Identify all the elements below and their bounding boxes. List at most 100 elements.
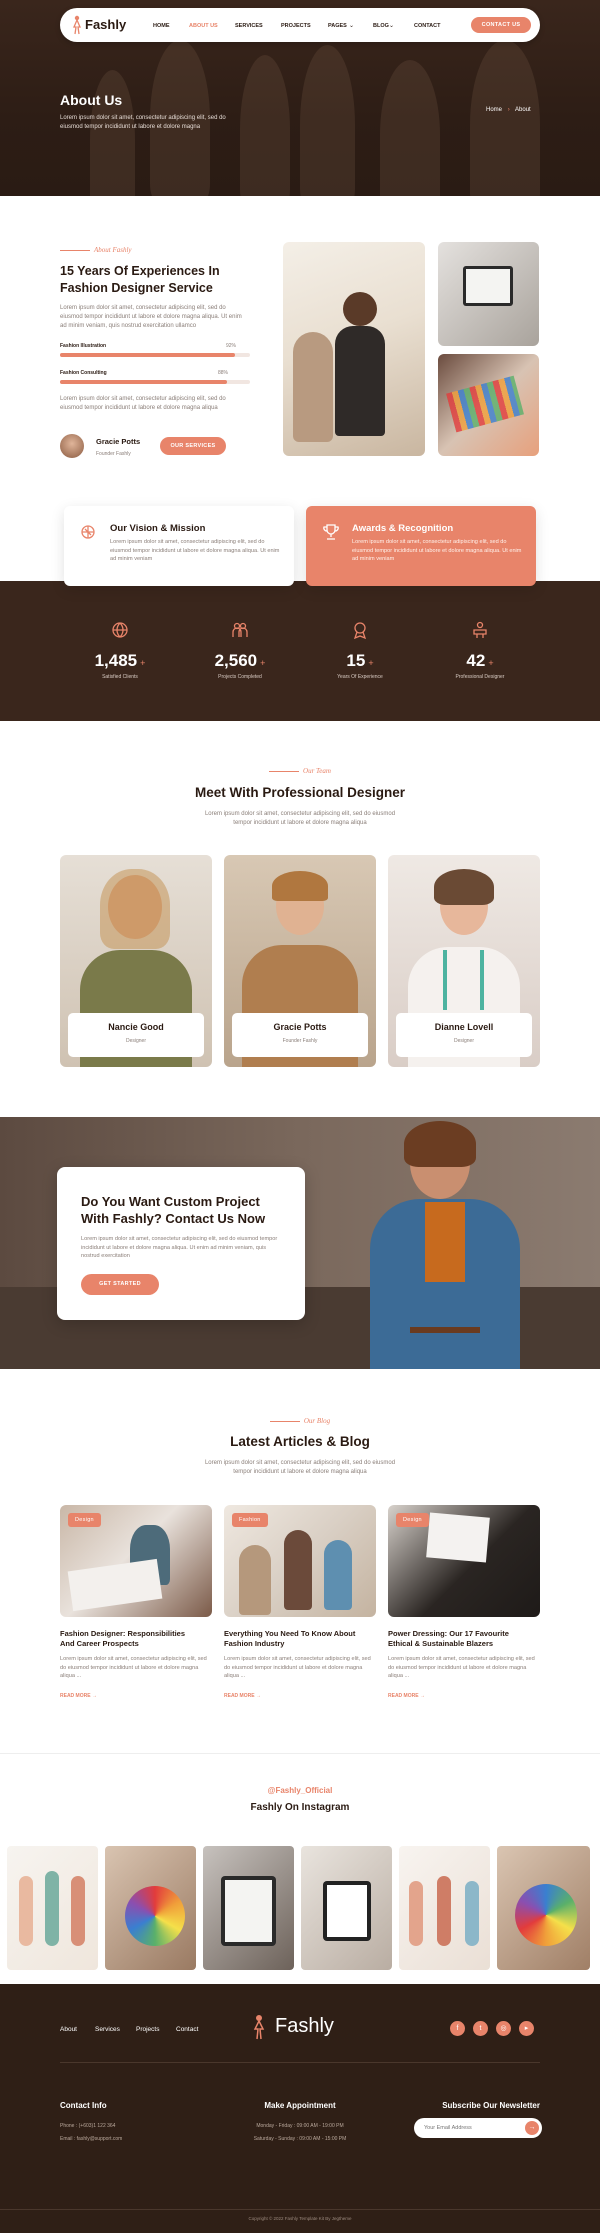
blog-eyebrow: Our Blog <box>0 1417 600 1425</box>
footer-link[interactable]: Projects <box>136 2026 159 2033</box>
post-title[interactable]: Power Dressing: Our 17 Favourite Ethical … <box>388 1629 540 1649</box>
member-name: Gracie Potts <box>273 1022 327 1032</box>
divider <box>0 1753 600 1754</box>
nav-pages[interactable]: PAGES <box>328 23 347 29</box>
footer-link[interactable]: Services <box>95 2026 120 2033</box>
contact-title: Contact Info <box>60 2101 107 2110</box>
about-text: Lorem ipsum dolor sit amet, consectetur … <box>60 305 242 329</box>
cta-text: Lorem ipsum dolor sit amet, consectetur … <box>81 1236 278 1259</box>
instagram-photo[interactable] <box>203 1846 294 1970</box>
member-role: Designer <box>125 1038 146 1044</box>
divider <box>0 2209 600 2210</box>
member-role: Designer <box>453 1038 474 1044</box>
post-title[interactable]: Fashion Designer: Responsibilities And Ca… <box>60 1629 212 1649</box>
blog-title: Latest Articles & Blog <box>230 1434 370 1449</box>
twitter-icon[interactable]: t <box>473 2021 488 2036</box>
facebook-icon[interactable]: f <box>450 2021 465 2036</box>
newsletter-title: Subscribe Our Newsletter <box>442 2101 540 2110</box>
feature-text: Lorem ipsum dolor sit amet, consectetur … <box>110 539 280 562</box>
team-eyebrow: Our Team <box>0 767 600 775</box>
footer: About Services Projects Contact Fashly f… <box>0 1984 600 2233</box>
blog-post[interactable]: Design Power Dressing: Our 17 Favourite E… <box>388 1505 540 1705</box>
feature-title: Awards & Recognition <box>352 523 454 534</box>
stat-projects: 2,560 + Projects Completed <box>180 620 300 680</box>
people-icon <box>232 622 248 637</box>
nav-contact[interactable]: CONTACT <box>414 23 440 29</box>
instagram-title: Fashly On Instagram <box>250 1802 350 1813</box>
hero-text: Lorem ipsum dolor sit amet, consectetur … <box>60 115 226 130</box>
blog-post[interactable]: Design Fashion Designer: Responsibilitie… <box>60 1505 212 1705</box>
instagram-photo[interactable] <box>399 1846 490 1970</box>
read-more-link[interactable]: READ MORE → <box>388 1693 425 1699</box>
get-started-button[interactable]: GET STARTED <box>81 1274 159 1295</box>
logo-figure-icon <box>73 15 81 35</box>
post-tag[interactable]: Fashion <box>232 1513 268 1527</box>
badge-icon <box>353 622 367 640</box>
skill-bar-fill <box>60 353 235 357</box>
team-card[interactable]: Gracie Potts Founder Fashly <box>224 855 376 1067</box>
instagram-handle[interactable]: @Fashly_Official <box>0 1786 600 1795</box>
instagram-photo[interactable] <box>497 1846 590 1970</box>
our-services-button[interactable]: OUR SERVICES <box>160 437 226 455</box>
trophy-icon <box>323 524 339 540</box>
read-more-link[interactable]: READ MORE → <box>60 1693 97 1699</box>
contact-phone: Phone : (+603)1 122 364 <box>60 2123 116 2129</box>
contact-email[interactable]: Email : fashly@support.com <box>60 2136 122 2142</box>
instagram-icon[interactable]: ◎ <box>496 2021 511 2036</box>
breadcrumb-home[interactable]: Home <box>486 107 502 113</box>
skill-consulting: Fashion Consulting 88% <box>60 370 250 384</box>
stat-designers: 42 + Professional Designer <box>420 620 540 680</box>
post-tag[interactable]: Design <box>396 1513 429 1527</box>
about-text-2: Lorem ipsum dolor sit amet, consectetur … <box>60 396 226 411</box>
color-swatches-photo <box>438 354 539 456</box>
stat-years: 15 + Years Of Experience <box>300 620 420 680</box>
vision-mission-card: Our Vision & Mission Lorem ipsum dolor s… <box>64 506 294 586</box>
about-title: 15 Years Of Experiences In Fashion Design… <box>60 264 220 295</box>
nav-blog[interactable]: BLOG <box>373 23 389 29</box>
post-title[interactable]: Everything You Need To Know About Fashion… <box>224 1629 376 1649</box>
logo-text[interactable]: Fashly <box>85 17 126 32</box>
newsletter-form: → <box>414 2118 542 2138</box>
avatar <box>60 434 84 458</box>
hours-weekend: Saturday - Sunday : 09:00 AM - 15:00 PM <box>253 2136 347 2142</box>
skill-illustration: Fashion Illustration 92% <box>60 343 250 357</box>
cta-title: Do You Want Custom Project With Fashly? C… <box>81 1194 266 1226</box>
chevron-down-icon: ⌄ <box>349 23 355 29</box>
footer-link[interactable]: Contact <box>176 2026 198 2033</box>
blog-text: Lorem ipsum dolor sit amet, consectetur … <box>204 1460 396 1475</box>
nav-services[interactable]: SERVICES <box>235 23 263 29</box>
team-card[interactable]: Nancie Good Designer <box>60 855 212 1067</box>
divider <box>60 2062 540 2063</box>
team-card[interactable]: Dianne Lovell Designer <box>388 855 540 1067</box>
arrow-right-icon: → <box>255 1693 261 1699</box>
contact-us-button[interactable]: CONTACT US <box>471 17 531 33</box>
post-excerpt: Lorem ipsum dolor sit amet, consectetur … <box>60 1656 207 1679</box>
breadcrumb-separator: › <box>507 107 510 113</box>
read-more-link[interactable]: READ MORE → <box>224 1693 261 1699</box>
post-excerpt: Lorem ipsum dolor sit amet, consectetur … <box>388 1656 535 1679</box>
arrow-right-icon: → <box>419 1693 425 1699</box>
nav-projects[interactable]: PROJECTS <box>281 23 311 29</box>
instagram-photo[interactable] <box>7 1846 98 1970</box>
nav-about-us[interactable]: ABOUT US <box>189 23 218 29</box>
arrow-right-icon: → <box>91 1693 97 1699</box>
copyright: Copyright © 2022 Fashly Template Kit By … <box>248 2216 352 2221</box>
instagram-photo[interactable] <box>105 1846 196 1970</box>
globe-icon <box>112 622 128 638</box>
nav-home[interactable]: HOME <box>153 23 170 29</box>
breadcrumb-current: About <box>515 107 531 113</box>
post-tag[interactable]: Design <box>68 1513 101 1527</box>
team-icon <box>473 621 487 638</box>
footer-logo-text[interactable]: Fashly <box>275 2015 334 2038</box>
main-navbar: Fashly HOME ABOUT US SERVICES PROJECTS P… <box>60 8 540 42</box>
send-icon[interactable]: → <box>525 2121 539 2135</box>
compass-icon <box>81 525 95 539</box>
youtube-icon[interactable]: ▸ <box>519 2021 534 2036</box>
instagram-photo[interactable] <box>301 1846 392 1970</box>
page-title: About Us <box>60 92 123 108</box>
blog-post[interactable]: Fashion Everything You Need To Know Abou… <box>224 1505 376 1705</box>
newsletter-email-input[interactable] <box>424 2122 514 2134</box>
cta-card: Do You Want Custom Project With Fashly? C… <box>57 1167 305 1320</box>
team-title: Meet With Professional Designer <box>195 785 405 800</box>
footer-link[interactable]: About <box>60 2026 77 2033</box>
